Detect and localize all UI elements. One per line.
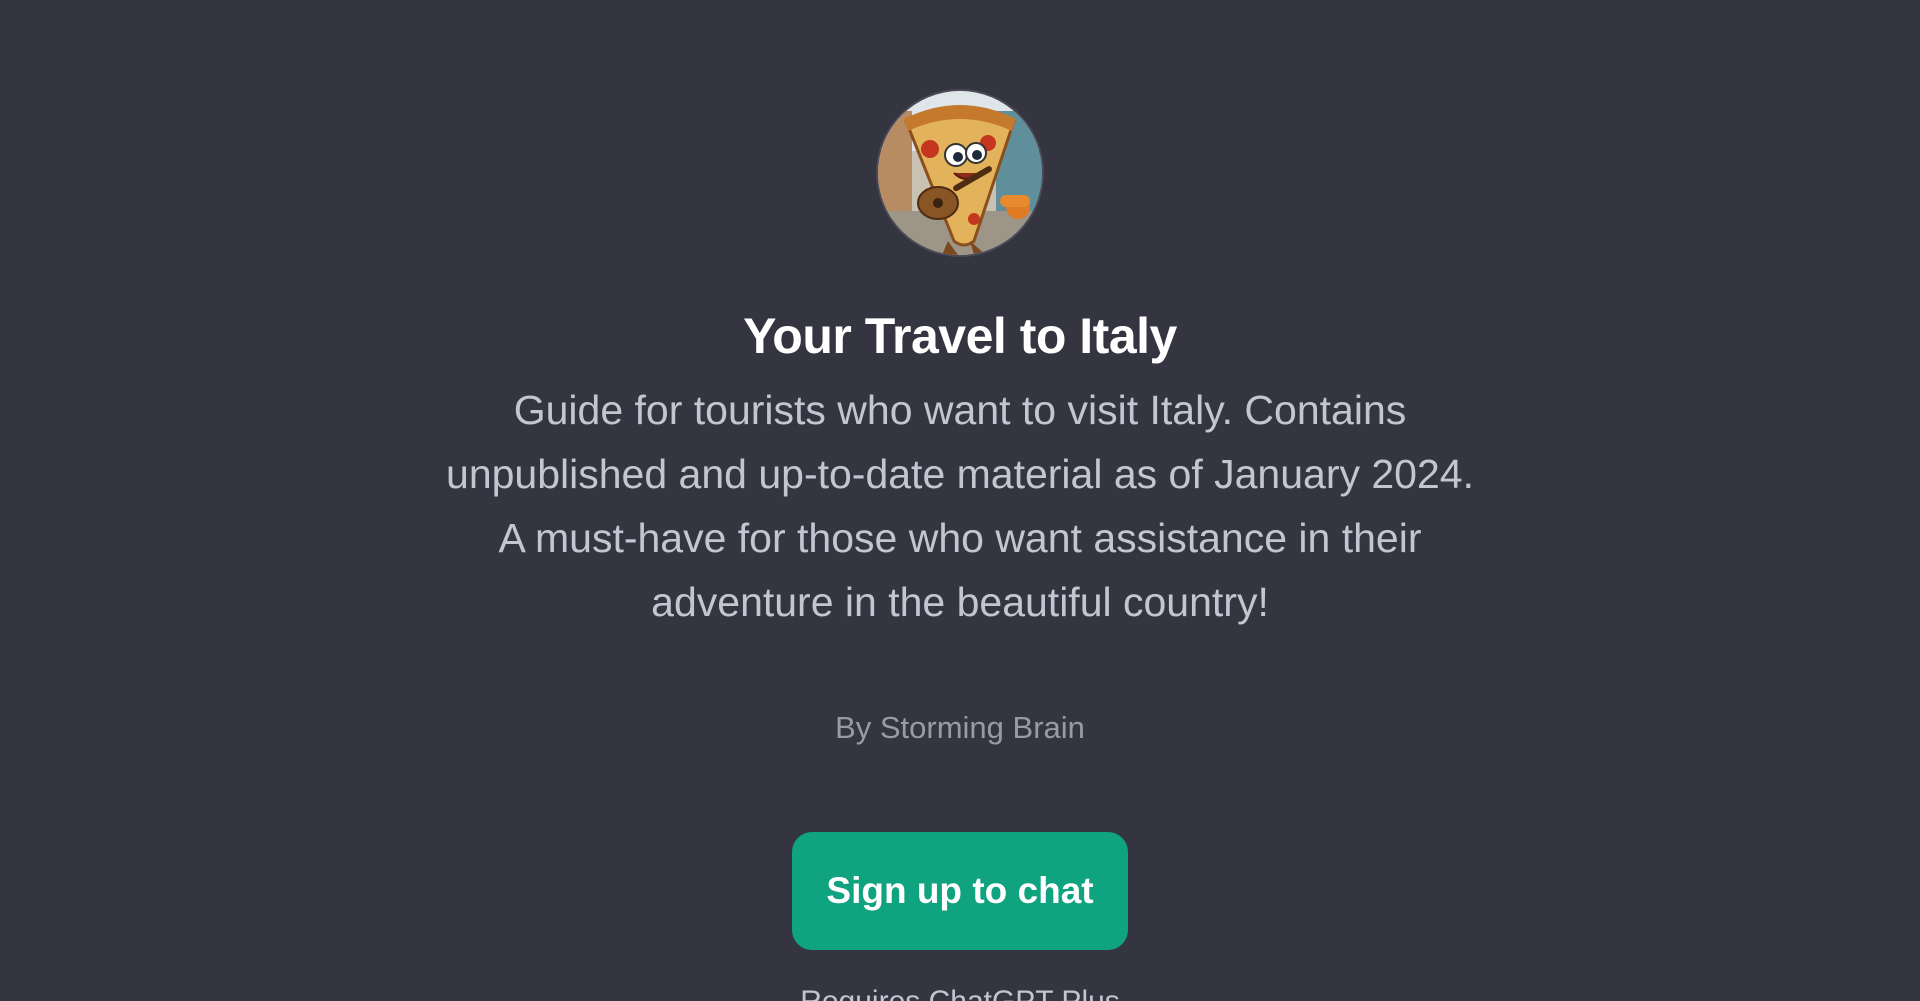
pizza-slice-mascot-icon — [878, 91, 1042, 255]
gpt-landing-page: Your Travel to Italy Guide for tourists … — [0, 0, 1920, 1001]
gpt-avatar — [878, 91, 1042, 255]
gpt-description: Guide for tourists who want to visit Ita… — [446, 387, 1474, 625]
gpt-title: Your Travel to Italy — [743, 308, 1177, 364]
plus-requirement-note: Requires ChatGPT Plus — [0, 982, 1920, 1001]
sign-up-to-chat-button[interactable]: Sign up to chat — [792, 832, 1128, 950]
gpt-author: By Storming Brain — [835, 710, 1085, 745]
